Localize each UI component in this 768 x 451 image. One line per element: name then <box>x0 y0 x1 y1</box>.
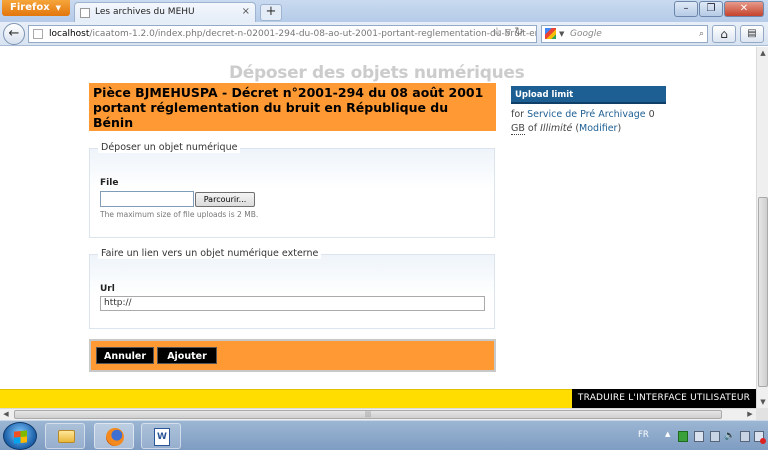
search-icon[interactable]: ⌕ <box>699 26 704 42</box>
of-text: of <box>527 123 538 134</box>
url-bar[interactable]: localhost/icaatom-1.2.0/index.php/decret… <box>28 25 537 43</box>
service-link[interactable]: Service de Pré Archivage <box>527 109 646 120</box>
start-button[interactable] <box>3 422 37 450</box>
volume-icon[interactable]: 🔈 <box>724 431 736 442</box>
upload-legend: Déposer un objet numérique <box>98 142 241 153</box>
modify-link[interactable]: Modifier <box>579 123 617 134</box>
url-input[interactable]: http:// <box>100 296 485 311</box>
file-input[interactable] <box>100 191 194 207</box>
file-label: File <box>100 178 119 188</box>
taskbar-firefox[interactable] <box>94 423 134 449</box>
upload-fieldset: Déposer un objet numérique File Parcouri… <box>89 142 495 238</box>
navigation-toolbar: ← localhost/icaatom-1.2.0/index.php/decr… <box>0 22 768 46</box>
search-bar[interactable]: ▼ Google ⌕ <box>541 25 708 43</box>
system-tray: FR ▲ 🔈 <box>618 421 768 451</box>
horizontal-scroll-thumb[interactable]: ||| <box>14 410 722 419</box>
scrollbar-corner <box>756 408 768 420</box>
browse-button[interactable]: Parcourir... <box>195 192 255 207</box>
tab-title: Les archives du MEHU <box>95 7 195 17</box>
google-icon <box>545 28 556 39</box>
add-button[interactable]: Ajouter <box>157 347 217 364</box>
network-icon[interactable] <box>710 431 720 442</box>
url-path: /icaatom-1.2.0/index.php/decret-n-02001-… <box>89 29 537 39</box>
horizontal-scrollbar[interactable]: ◀ ||| ▶ <box>0 408 756 420</box>
taskbar-explorer[interactable] <box>45 423 85 449</box>
unit-abbr: GB <box>511 123 525 135</box>
firefox-icon <box>106 428 124 446</box>
limit-value: Illimité <box>540 123 573 134</box>
bookmarks-menu-button[interactable]: ▤ <box>740 25 764 43</box>
file-size-help: The maximum size of file uploads is 2 MB… <box>100 210 259 219</box>
reload-icon[interactable]: ↻ <box>514 25 523 38</box>
chevron-down-icon: ▼ <box>55 4 62 12</box>
connection-icon[interactable] <box>740 431 750 442</box>
upload-limit-text: for Service de Pré Archivage 0 GB of Ill… <box>511 109 655 135</box>
url-host: localhost <box>49 29 90 39</box>
new-tab-button[interactable]: + <box>260 4 282 21</box>
windows-logo-icon <box>14 430 27 444</box>
form-actions: Annuler Ajouter <box>89 339 496 372</box>
folder-icon <box>58 430 75 443</box>
firefox-menu-button[interactable]: Firefox ▼ <box>2 0 70 16</box>
home-icon: ⌂ <box>720 27 728 41</box>
url-label: Url <box>100 284 115 294</box>
search-placeholder: Google <box>570 29 602 39</box>
vertical-scroll-thumb[interactable] <box>758 197 768 387</box>
scroll-down-icon[interactable]: ▼ <box>757 396 768 408</box>
menu-icon: ▤ <box>747 28 757 39</box>
page-title: Déposer des objets numériques <box>229 63 525 83</box>
page-favicon-icon <box>80 8 90 18</box>
vertical-scrollbar[interactable]: ▲ ▼ <box>756 47 768 408</box>
external-link-legend: Faire un lien vers un objet numérique ex… <box>98 248 322 259</box>
window-titlebar: Firefox ▼ Les archives du MEHU × + – ❐ ✕ <box>0 0 768 22</box>
usage-value: 0 <box>648 109 655 120</box>
action-center-icon[interactable] <box>754 431 766 444</box>
device-icon[interactable] <box>694 431 704 442</box>
external-link-fieldset: Faire un lien vers un objet numérique ex… <box>89 248 495 329</box>
firefox-menu-label: Firefox <box>10 2 50 13</box>
page-icon <box>33 29 43 39</box>
bookmark-star-icon[interactable]: ☆ <box>492 25 502 38</box>
browser-tab[interactable]: Les archives du MEHU × <box>74 2 256 22</box>
taskbar-word[interactable]: W <box>141 423 181 449</box>
search-engine-dropdown-icon[interactable]: ▼ <box>559 26 564 42</box>
upload-limit-panel: Upload limit for Service de Pré Archivag… <box>511 86 666 136</box>
for-text: for <box>511 109 525 120</box>
back-button[interactable]: ← <box>3 23 25 45</box>
description-title: Pièce BJMEHUSPA - Décret n°2001-294 du 0… <box>89 83 496 131</box>
show-hidden-icons-icon[interactable]: ▲ <box>665 430 670 438</box>
minimize-button[interactable]: – <box>674 1 698 17</box>
window-controls: – ❐ ✕ <box>673 1 764 17</box>
word-icon: W <box>154 428 170 446</box>
language-indicator[interactable]: FR <box>638 430 649 440</box>
windows-taskbar: W FR ▲ 🔈 <box>0 420 768 450</box>
cancel-button[interactable]: Annuler <box>96 347 154 364</box>
home-button[interactable]: ⌂ <box>712 25 736 43</box>
url-actions: ☆ ▿ ↻ <box>492 25 524 38</box>
close-tab-icon[interactable]: × <box>242 3 250 21</box>
app-tray-icon[interactable] <box>678 431 688 442</box>
upload-limit-heading: Upload limit <box>511 86 666 104</box>
close-window-button[interactable]: ✕ <box>724 1 764 17</box>
scroll-up-icon[interactable]: ▲ <box>757 47 768 59</box>
page-viewport: Déposer des objets numériques Pièce BJME… <box>0 47 756 388</box>
maximize-button[interactable]: ❐ <box>699 1 723 17</box>
translate-interface-button[interactable]: TRADUIRE L'INTERFACE UTILISATEUR <box>572 389 756 408</box>
history-dropdown-icon[interactable]: ▿ <box>505 25 511 38</box>
